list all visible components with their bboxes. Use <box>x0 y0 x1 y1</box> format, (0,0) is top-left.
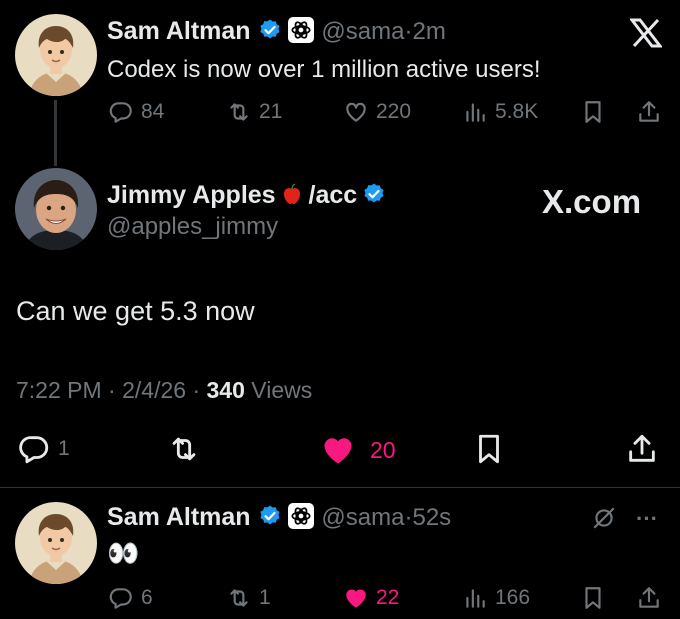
views-button[interactable]: 166 <box>462 585 530 611</box>
author-name[interactable]: Jimmy Apples <box>107 181 276 209</box>
reply-button[interactable]: 6 <box>108 585 153 611</box>
timestamp[interactable]: 2m <box>412 18 445 45</box>
bookmark-button[interactable] <box>472 432 506 466</box>
tweet-header: Sam Altman @sama·52s <box>107 503 451 532</box>
repost-icon <box>226 99 252 125</box>
repost-count: 21 <box>259 100 283 123</box>
repost-button[interactable] <box>167 432 201 466</box>
reply-count: 1 <box>58 437 70 460</box>
thread-connector <box>54 100 57 166</box>
timestamp[interactable]: 52s <box>412 504 451 531</box>
tweet-header: Sam Altman @sama·2m <box>107 17 446 46</box>
reply-count: 84 <box>141 100 165 123</box>
views-button[interactable]: 5.8K <box>462 99 538 125</box>
tweet-text: Codex is now over 1 million active users… <box>107 56 541 83</box>
author-name-suffix: /acc <box>308 181 358 209</box>
share-button[interactable] <box>636 585 662 611</box>
avatar[interactable] <box>15 14 97 96</box>
openai-badge-icon[interactable] <box>288 17 315 43</box>
share-button[interactable] <box>636 99 662 125</box>
author-name[interactable]: Sam Altman <box>107 503 251 531</box>
views-label: Views <box>251 377 313 403</box>
views-icon <box>462 99 488 125</box>
more-icon[interactable]: ··· <box>636 506 658 532</box>
author-name[interactable]: Sam Altman <box>107 17 251 45</box>
repost-button[interactable]: 1 <box>226 585 271 611</box>
bookmark-icon <box>472 432 506 466</box>
share-icon <box>636 99 662 125</box>
repost-icon <box>167 432 201 466</box>
views-icon <box>462 585 488 611</box>
bookmark-icon <box>580 99 606 125</box>
like-count: 22 <box>376 586 400 609</box>
grok-icon[interactable] <box>591 505 617 536</box>
repost-button[interactable]: 21 <box>226 99 282 125</box>
verified-badge-icon <box>362 182 386 206</box>
tweet-meta: 7:22 PM · 2/4/26 · 340 Views <box>16 377 312 404</box>
apple-emoji-icon <box>280 182 304 206</box>
bookmark-button[interactable] <box>580 99 606 125</box>
watermark-text: X.com <box>542 183 642 220</box>
reply-icon <box>108 585 134 611</box>
like-button[interactable]: 22 <box>343 585 399 611</box>
tweet-header: Jimmy Apples /acc <box>107 181 386 210</box>
reply-icon <box>17 432 51 466</box>
date[interactable]: 2/4/26 <box>122 377 186 403</box>
author-handle[interactable]: @sama <box>321 18 404 45</box>
bookmark-button[interactable] <box>580 585 606 611</box>
like-count: 20 <box>370 436 396 463</box>
views-count: 5.8K <box>495 100 539 123</box>
x-logo-icon[interactable] <box>628 18 664 53</box>
divider <box>0 487 680 488</box>
like-button[interactable]: 20 <box>320 432 396 468</box>
avatar[interactable] <box>15 168 97 250</box>
like-button[interactable]: 220 <box>343 99 411 125</box>
author-handle[interactable]: @apples_jimmy <box>107 213 278 241</box>
views-count: 340 <box>206 377 245 403</box>
author-handle[interactable]: @sama <box>321 504 404 531</box>
reply-count: 6 <box>141 586 153 609</box>
reply-button[interactable]: 1 <box>17 432 70 466</box>
timestamp[interactable]: 7:22 PM <box>16 377 102 403</box>
repost-count: 1 <box>259 586 271 609</box>
reply-button[interactable]: 84 <box>108 99 164 125</box>
share-icon <box>625 432 659 466</box>
reply-icon <box>108 99 134 125</box>
like-icon <box>343 99 369 125</box>
share-icon <box>636 585 662 611</box>
verified-badge-icon <box>258 18 282 42</box>
separator-dot: · <box>108 377 116 403</box>
views-count: 166 <box>495 586 531 609</box>
avatar[interactable] <box>15 502 97 584</box>
like-filled-icon <box>320 432 356 468</box>
share-button[interactable] <box>625 432 659 466</box>
like-filled-icon <box>343 585 369 611</box>
tweet-text: Can we get 5.3 now <box>16 296 255 326</box>
separator-dot: · <box>192 377 201 403</box>
openai-badge-icon[interactable] <box>288 503 315 529</box>
tweet-text: 👀 <box>107 538 140 568</box>
verified-badge-icon <box>258 504 282 528</box>
bookmark-icon <box>580 585 606 611</box>
like-count: 220 <box>376 100 412 123</box>
repost-icon <box>226 585 252 611</box>
